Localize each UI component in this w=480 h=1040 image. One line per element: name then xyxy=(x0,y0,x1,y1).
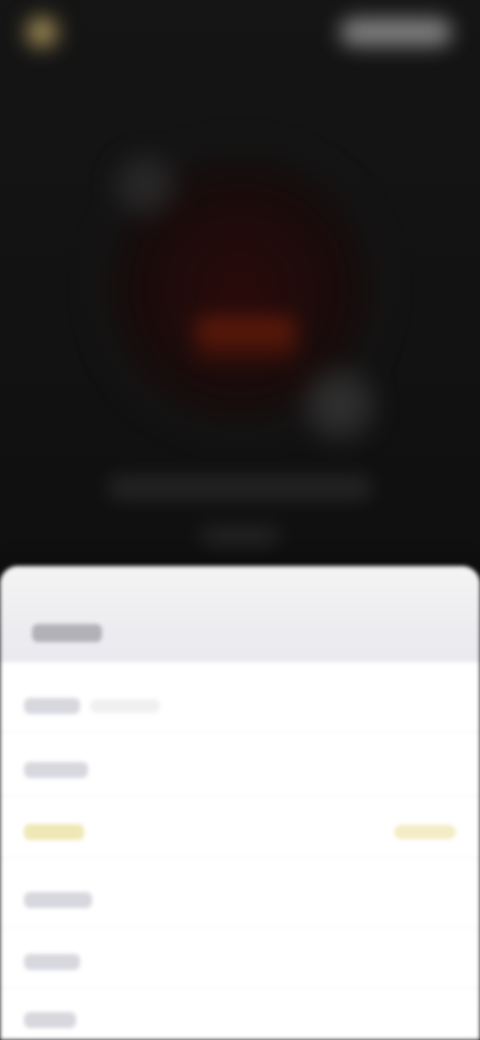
list-item[interactable] xyxy=(24,878,456,922)
logo-icon xyxy=(28,18,56,46)
list-item-label xyxy=(24,762,88,778)
list-item[interactable] xyxy=(24,940,456,984)
list-item-label xyxy=(24,954,80,970)
brand-name xyxy=(64,20,144,44)
divider xyxy=(0,732,480,733)
list-item-label xyxy=(24,824,84,840)
list-item-value xyxy=(394,825,456,839)
divider xyxy=(0,858,480,859)
hero-highlight-right xyxy=(300,365,380,445)
sheet-title xyxy=(32,624,102,642)
top-bar xyxy=(0,0,480,64)
list-item-label xyxy=(24,1012,76,1028)
hero-caption xyxy=(108,478,372,498)
top-action-button[interactable] xyxy=(340,18,452,46)
hero-highlight-left xyxy=(110,150,180,220)
bottom-sheet xyxy=(0,566,480,1040)
list-item-label xyxy=(24,698,80,714)
list-item[interactable] xyxy=(24,684,456,728)
list-item[interactable] xyxy=(24,810,456,854)
divider xyxy=(0,796,480,797)
hero-subtext xyxy=(200,528,280,544)
divider xyxy=(0,926,480,927)
top-blurred-area xyxy=(0,0,480,580)
hero-cta-button[interactable] xyxy=(196,318,296,362)
list-item[interactable] xyxy=(24,998,456,1040)
sheet-header xyxy=(0,566,480,662)
divider xyxy=(0,988,480,989)
list-item-label xyxy=(24,892,92,908)
list-item-chip xyxy=(90,699,160,713)
app-screen xyxy=(0,0,480,1040)
list-item[interactable] xyxy=(24,748,456,792)
